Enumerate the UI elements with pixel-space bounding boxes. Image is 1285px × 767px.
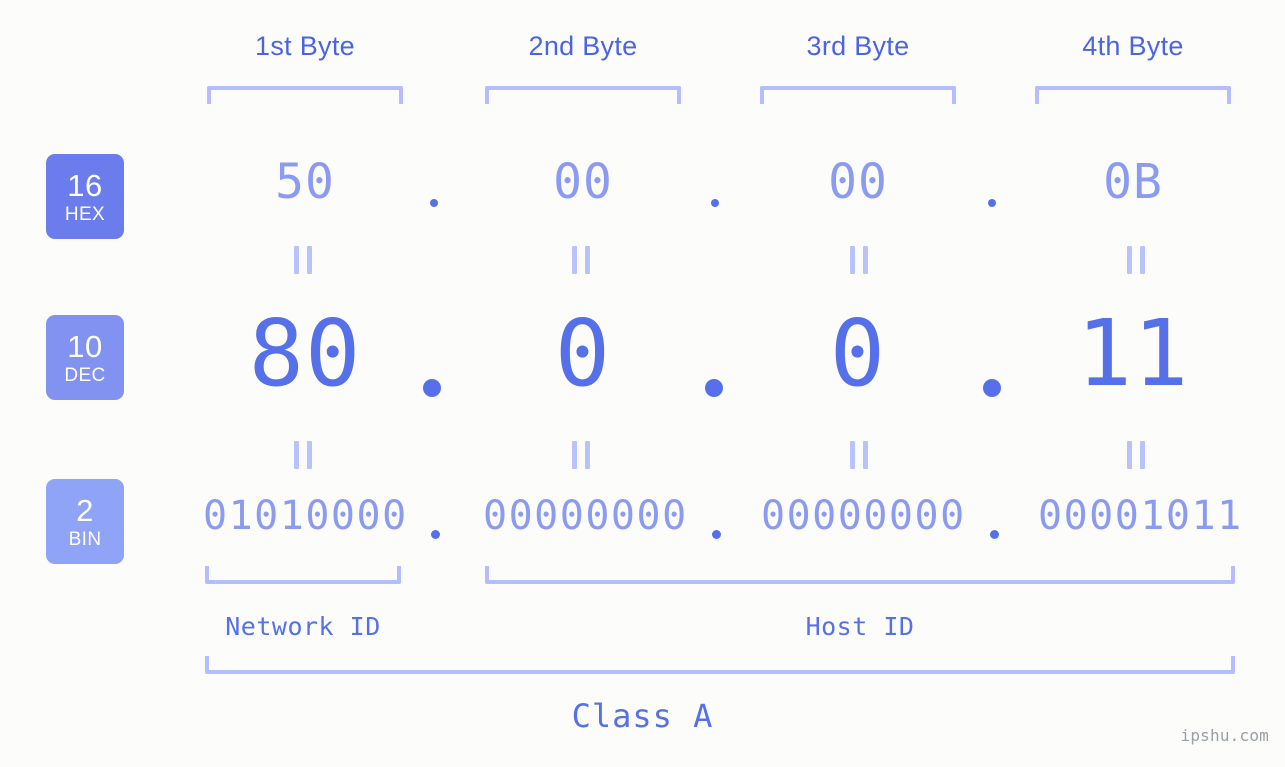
equals-mark-hex-dec-1 (294, 246, 312, 274)
equals-mark-dec-bin-4 (1127, 441, 1145, 469)
byte-bracket-3 (760, 86, 956, 104)
bin-dot-3 (990, 530, 999, 539)
byte-bracket-4 (1035, 86, 1231, 104)
equals-mark-dec-bin-3 (850, 441, 868, 469)
byte-bracket-2 (485, 86, 681, 104)
base-badge-hex-abbr: HEX (64, 203, 106, 225)
dec-dot-3 (983, 379, 1001, 397)
network-id-label: Network ID (225, 612, 381, 641)
byte-header-3: 3rd Byte (806, 31, 910, 61)
base-badge-bin: 2 BIN (46, 479, 124, 564)
hex-byte-3: 00 (828, 154, 888, 210)
bin-dot-2 (712, 530, 721, 539)
dec-byte-1: 80 (248, 300, 362, 407)
byte-bracket-1 (207, 86, 403, 104)
byte-header-2: 2nd Byte (528, 31, 638, 61)
bin-byte-4: 00001011 (1038, 493, 1243, 539)
hex-byte-1: 50 (275, 154, 335, 210)
base-badge-dec: 10 DEC (46, 315, 124, 400)
hex-dot-1 (430, 199, 438, 207)
dec-byte-3: 0 (829, 300, 887, 407)
equals-mark-dec-bin-1 (294, 441, 312, 469)
network-id-bracket (205, 566, 401, 584)
hex-dot-2 (711, 199, 719, 207)
base-badge-hex: 16 HEX (46, 154, 124, 239)
bin-byte-3: 00000000 (761, 493, 966, 539)
hex-byte-4: 0B (1103, 154, 1163, 210)
bin-byte-1: 01010000 (203, 493, 408, 539)
equals-mark-hex-dec-3 (850, 246, 868, 274)
hex-byte-2: 00 (553, 154, 613, 210)
bin-byte-2: 00000000 (483, 493, 688, 539)
base-badge-dec-abbr: DEC (64, 364, 106, 386)
dec-byte-2: 0 (554, 300, 612, 407)
base-badge-hex-number: 16 (67, 167, 103, 203)
base-badge-dec-number: 10 (67, 328, 103, 364)
byte-header-1: 1st Byte (255, 31, 355, 61)
bin-dot-1 (431, 530, 440, 539)
host-id-bracket (485, 566, 1235, 584)
class-label: Class A (571, 697, 714, 735)
ip-address-breakdown-diagram: 1st Byte 2nd Byte 3rd Byte 4th Byte 16 H… (0, 0, 1285, 767)
base-badge-bin-number: 2 (76, 492, 94, 528)
byte-header-4: 4th Byte (1082, 31, 1184, 61)
class-bracket (205, 656, 1235, 674)
dec-byte-4: 11 (1076, 300, 1190, 407)
equals-mark-dec-bin-2 (572, 441, 590, 469)
equals-mark-hex-dec-2 (572, 246, 590, 274)
site-watermark: ipshu.com (1180, 726, 1269, 745)
dec-dot-2 (705, 379, 723, 397)
host-id-label: Host ID (805, 612, 915, 641)
equals-mark-hex-dec-4 (1127, 246, 1145, 274)
base-badge-bin-abbr: BIN (68, 528, 102, 550)
hex-dot-3 (988, 199, 996, 207)
dec-dot-1 (423, 379, 441, 397)
